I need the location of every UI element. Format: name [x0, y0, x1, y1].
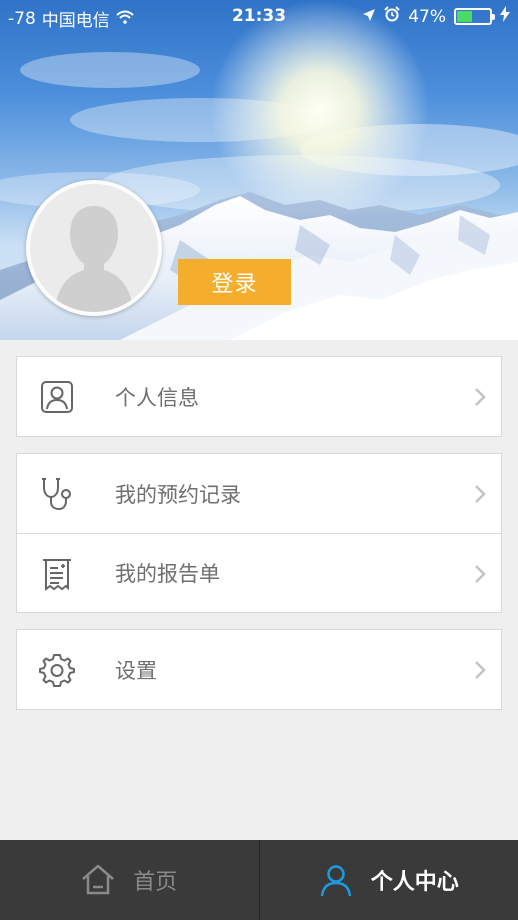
receipt-icon — [39, 556, 75, 592]
chevron-right-icon — [473, 659, 487, 681]
bottom-tab-bar: 首页 个人中心 — [0, 840, 518, 920]
tab-profile-label: 个人中心 — [370, 870, 459, 895]
gear-icon — [39, 652, 75, 688]
home-icon — [81, 863, 115, 897]
battery-level-fill — [457, 11, 473, 22]
login-button[interactable]: 登录 — [178, 259, 291, 305]
menu-label-reports: 我的报告单 — [115, 562, 220, 586]
alarm-icon — [384, 6, 400, 27]
person-icon — [319, 863, 353, 897]
tab-home[interactable]: 首页 — [0, 840, 259, 920]
menu-group-account: 个人信息 — [16, 356, 502, 437]
user-card-icon — [39, 379, 75, 415]
menu-group-settings: 设置 — [16, 629, 502, 710]
menu-label-personal-info: 个人信息 — [115, 385, 199, 410]
menu-item-reports[interactable]: 我的报告单 — [17, 533, 501, 612]
menu-item-appointments[interactable]: 我的预约记录 — [17, 454, 501, 533]
status-bar: -78 中国电信 21:33 47% — [0, 0, 518, 34]
avatar[interactable] — [26, 180, 162, 316]
chevron-right-icon — [473, 563, 487, 585]
battery-icon — [454, 8, 495, 25]
tab-profile[interactable]: 个人中心 — [258, 840, 518, 920]
header-banner: -78 中国电信 21:33 47% 登录 — [0, 0, 518, 340]
menu-group-records: 我的预约记录 我的报告单 — [16, 453, 502, 613]
menu-item-personal-info[interactable]: 个人信息 — [17, 357, 501, 436]
stethoscope-icon — [39, 476, 75, 512]
menu-label-appointments: 我的预约记录 — [115, 482, 241, 507]
location-arrow-icon — [362, 7, 376, 27]
chevron-right-icon — [473, 483, 487, 505]
default-avatar-silhouette-icon — [30, 184, 158, 312]
menu-item-settings[interactable]: 设置 — [17, 630, 501, 709]
tab-home-label: 首页 — [133, 870, 178, 895]
menu-label-settings: 设置 — [115, 658, 157, 683]
charging-bolt-icon — [500, 6, 510, 27]
chevron-right-icon — [473, 386, 487, 408]
status-bar-right: 47% — [362, 6, 510, 27]
battery-percent: 47% — [408, 6, 446, 27]
